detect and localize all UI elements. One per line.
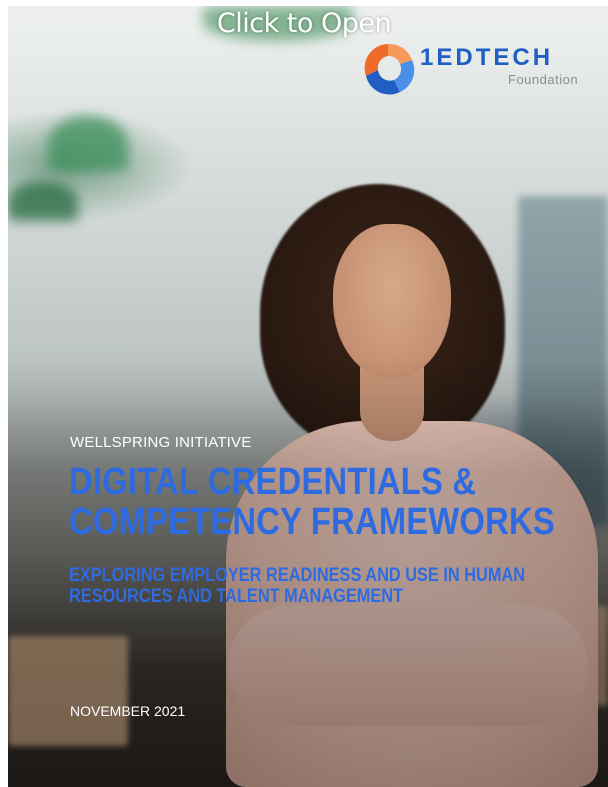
logo-subtitle: Foundation <box>508 72 579 87</box>
cover-title: DIGITAL CREDENTIALS & COMPETENCY FRAMEWO… <box>69 462 555 542</box>
cover-title-line2: COMPETENCY FRAMEWORKS <box>69 501 555 543</box>
cover-title-line1: DIGITAL CREDENTIALS & <box>69 461 477 503</box>
edtech-logo: 1EDTECH Foundation <box>360 38 600 98</box>
click-to-open-label[interactable]: Click to Open <box>0 8 608 39</box>
cover-subtitle-line2: RESOURCES AND TALENT MANAGEMENT <box>69 586 404 607</box>
cover-eyebrow: WELLSPRING INITIATIVE <box>70 434 252 451</box>
cover-subtitle-line1: EXPLORING EMPLOYER READINESS AND USE IN … <box>69 565 526 586</box>
logo-wordmark: 1EDTECH <box>420 44 554 71</box>
cover-shade <box>8 6 608 787</box>
cover-subtitle: EXPLORING EMPLOYER READINESS AND USE IN … <box>69 565 525 607</box>
document-cover-link[interactable]: WELLSPRING INITIATIVE DIGITAL CREDENTIAL… <box>8 6 608 787</box>
edtech-logo-mark-icon <box>364 43 415 95</box>
cover-date: NOVEMBER 2021 <box>70 703 186 719</box>
